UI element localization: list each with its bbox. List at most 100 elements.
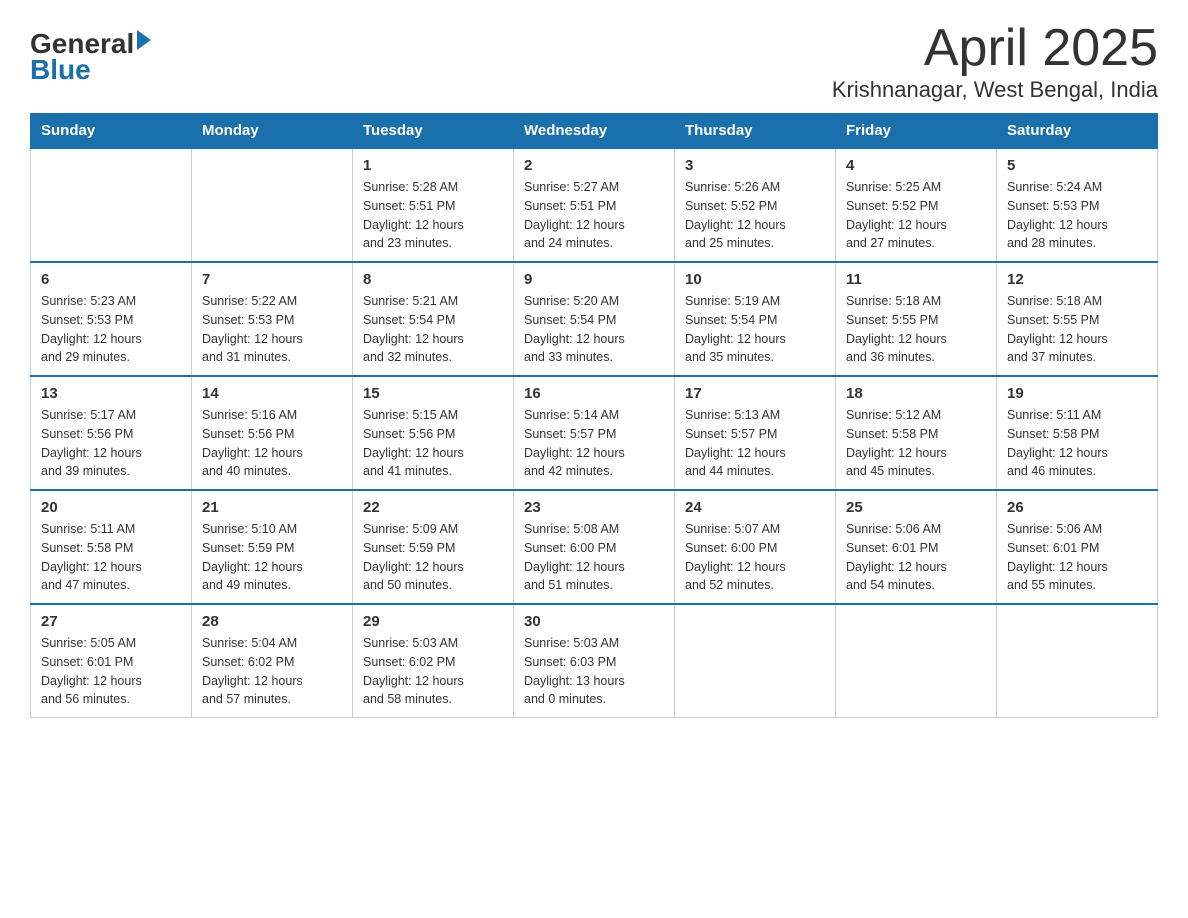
calendar-cell: 6Sunrise: 5:23 AMSunset: 5:53 PMDaylight… <box>31 262 192 376</box>
calendar-cell: 18Sunrise: 5:12 AMSunset: 5:58 PMDayligh… <box>836 376 997 490</box>
calendar-cell <box>192 148 353 262</box>
day-number: 30 <box>524 613 664 630</box>
day-info: Sunrise: 5:12 AMSunset: 5:58 PMDaylight:… <box>846 406 986 481</box>
day-number: 7 <box>202 271 342 288</box>
day-info: Sunrise: 5:15 AMSunset: 5:56 PMDaylight:… <box>363 406 503 481</box>
day-number: 3 <box>685 157 825 174</box>
day-info: Sunrise: 5:22 AMSunset: 5:53 PMDaylight:… <box>202 292 342 367</box>
day-info: Sunrise: 5:07 AMSunset: 6:00 PMDaylight:… <box>685 520 825 595</box>
calendar-cell: 22Sunrise: 5:09 AMSunset: 5:59 PMDayligh… <box>353 490 514 604</box>
day-info: Sunrise: 5:13 AMSunset: 5:57 PMDaylight:… <box>685 406 825 481</box>
calendar-cell: 4 Sunrise: 5:25 AMSunset: 5:52 PMDaylight… <box>836 148 997 262</box>
calendar-table: SundayMondayTuesdayWednesdayThursdayFrid… <box>30 113 1158 718</box>
calendar-week-row: 1 Sunrise: 5:28 AMSunset: 5:51 PMDaylight… <box>31 148 1158 262</box>
day-info: Sunrise: 5:06 AMSunset: 6:01 PMDaylight:… <box>1007 520 1147 595</box>
day-number: 27 <box>41 613 181 630</box>
day-info: Sunrise: 5:03 AMSunset: 6:02 PMDaylight:… <box>363 634 503 709</box>
day-info: Sunrise: 5:25 AMSunset: 5:52 PMDaylight:… <box>846 178 986 253</box>
calendar-header-sunday: Sunday <box>31 114 192 149</box>
day-number: 19 <box>1007 385 1147 402</box>
month-title: April 2025 <box>832 20 1158 77</box>
day-info: Sunrise: 5:08 AMSunset: 6:00 PMDaylight:… <box>524 520 664 595</box>
calendar-header-wednesday: Wednesday <box>514 114 675 149</box>
calendar-cell: 24 Sunrise: 5:07 AMSunset: 6:00 PMDayligh… <box>675 490 836 604</box>
calendar-cell: 29 Sunrise: 5:03 AMSunset: 6:02 PMDayligh… <box>353 604 514 718</box>
day-number: 11 <box>846 271 986 288</box>
calendar-cell: 16Sunrise: 5:14 AMSunset: 5:57 PMDayligh… <box>514 376 675 490</box>
day-info: Sunrise: 5:16 AMSunset: 5:56 PMDaylight:… <box>202 406 342 481</box>
day-info: Sunrise: 5:28 AMSunset: 5:51 PMDaylight:… <box>363 178 503 253</box>
title-block: April 2025 Krishnanagar, West Bengal, In… <box>832 20 1158 103</box>
day-number: 25 <box>846 499 986 516</box>
page-header: General Blue April 2025 Krishnanagar, We… <box>30 20 1158 103</box>
day-number: 23 <box>524 499 664 516</box>
location-title: Krishnanagar, West Bengal, India <box>832 77 1158 103</box>
day-number: 20 <box>41 499 181 516</box>
logo-blue-text: Blue <box>30 56 91 84</box>
day-number: 9 <box>524 271 664 288</box>
calendar-cell: 17 Sunrise: 5:13 AMSunset: 5:57 PMDayligh… <box>675 376 836 490</box>
day-info: Sunrise: 5:10 AMSunset: 5:59 PMDaylight:… <box>202 520 342 595</box>
day-info: Sunrise: 5:21 AMSunset: 5:54 PMDaylight:… <box>363 292 503 367</box>
day-number: 15 <box>363 385 503 402</box>
day-number: 8 <box>363 271 503 288</box>
calendar-week-row: 27 Sunrise: 5:05 AMSunset: 6:01 PMDayligh… <box>31 604 1158 718</box>
calendar-header-thursday: Thursday <box>675 114 836 149</box>
calendar-cell: 9 Sunrise: 5:20 AMSunset: 5:54 PMDaylight… <box>514 262 675 376</box>
day-number: 21 <box>202 499 342 516</box>
day-info: Sunrise: 5:23 AMSunset: 5:53 PMDaylight:… <box>41 292 181 367</box>
day-number: 5 <box>1007 157 1147 174</box>
calendar-cell: 11 Sunrise: 5:18 AMSunset: 5:55 PMDayligh… <box>836 262 997 376</box>
day-number: 1 <box>363 157 503 174</box>
day-info: Sunrise: 5:04 AMSunset: 6:02 PMDaylight:… <box>202 634 342 709</box>
day-info: Sunrise: 5:03 AMSunset: 6:03 PMDaylight:… <box>524 634 664 709</box>
calendar-cell: 5Sunrise: 5:24 AMSunset: 5:53 PMDaylight… <box>997 148 1158 262</box>
day-number: 26 <box>1007 499 1147 516</box>
day-number: 13 <box>41 385 181 402</box>
day-number: 28 <box>202 613 342 630</box>
calendar-cell: 8 Sunrise: 5:21 AMSunset: 5:54 PMDaylight… <box>353 262 514 376</box>
calendar-cell: 23 Sunrise: 5:08 AMSunset: 6:00 PMDayligh… <box>514 490 675 604</box>
day-info: Sunrise: 5:18 AMSunset: 5:55 PMDaylight:… <box>1007 292 1147 367</box>
calendar-cell <box>997 604 1158 718</box>
logo-arrow-icon <box>137 30 151 50</box>
calendar-cell: 19 Sunrise: 5:11 AMSunset: 5:58 PMDayligh… <box>997 376 1158 490</box>
calendar-cell: 14Sunrise: 5:16 AMSunset: 5:56 PMDayligh… <box>192 376 353 490</box>
calendar-cell: 20Sunrise: 5:11 AMSunset: 5:58 PMDayligh… <box>31 490 192 604</box>
day-number: 16 <box>524 385 664 402</box>
day-number: 17 <box>685 385 825 402</box>
calendar-cell: 15 Sunrise: 5:15 AMSunset: 5:56 PMDayligh… <box>353 376 514 490</box>
calendar-cell: 12Sunrise: 5:18 AMSunset: 5:55 PMDayligh… <box>997 262 1158 376</box>
calendar-cell <box>675 604 836 718</box>
calendar-header-tuesday: Tuesday <box>353 114 514 149</box>
calendar-cell: 30 Sunrise: 5:03 AMSunset: 6:03 PMDayligh… <box>514 604 675 718</box>
day-number: 2 <box>524 157 664 174</box>
calendar-cell: 27 Sunrise: 5:05 AMSunset: 6:01 PMDayligh… <box>31 604 192 718</box>
calendar-header-saturday: Saturday <box>997 114 1158 149</box>
day-info: Sunrise: 5:06 AMSunset: 6:01 PMDaylight:… <box>846 520 986 595</box>
calendar-cell: 7 Sunrise: 5:22 AMSunset: 5:53 PMDaylight… <box>192 262 353 376</box>
day-info: Sunrise: 5:09 AMSunset: 5:59 PMDaylight:… <box>363 520 503 595</box>
calendar-cell: 25 Sunrise: 5:06 AMSunset: 6:01 PMDayligh… <box>836 490 997 604</box>
day-info: Sunrise: 5:11 AMSunset: 5:58 PMDaylight:… <box>1007 406 1147 481</box>
day-number: 29 <box>363 613 503 630</box>
day-info: Sunrise: 5:05 AMSunset: 6:01 PMDaylight:… <box>41 634 181 709</box>
calendar-cell: 3 Sunrise: 5:26 AMSunset: 5:52 PMDaylight… <box>675 148 836 262</box>
calendar-cell: 1 Sunrise: 5:28 AMSunset: 5:51 PMDaylight… <box>353 148 514 262</box>
day-info: Sunrise: 5:17 AMSunset: 5:56 PMDaylight:… <box>41 406 181 481</box>
calendar-cell: 26 Sunrise: 5:06 AMSunset: 6:01 PMDayligh… <box>997 490 1158 604</box>
calendar-header-friday: Friday <box>836 114 997 149</box>
day-info: Sunrise: 5:19 AMSunset: 5:54 PMDaylight:… <box>685 292 825 367</box>
calendar-cell: 21 Sunrise: 5:10 AMSunset: 5:59 PMDayligh… <box>192 490 353 604</box>
day-number: 4 <box>846 157 986 174</box>
calendar-header-row: SundayMondayTuesdayWednesdayThursdayFrid… <box>31 114 1158 149</box>
day-info: Sunrise: 5:20 AMSunset: 5:54 PMDaylight:… <box>524 292 664 367</box>
day-info: Sunrise: 5:26 AMSunset: 5:52 PMDaylight:… <box>685 178 825 253</box>
day-number: 24 <box>685 499 825 516</box>
day-info: Sunrise: 5:18 AMSunset: 5:55 PMDaylight:… <box>846 292 986 367</box>
calendar-week-row: 20Sunrise: 5:11 AMSunset: 5:58 PMDayligh… <box>31 490 1158 604</box>
calendar-week-row: 13 Sunrise: 5:17 AMSunset: 5:56 PMDayligh… <box>31 376 1158 490</box>
logo: General Blue <box>30 30 151 84</box>
calendar-cell <box>31 148 192 262</box>
calendar-cell: 28 Sunrise: 5:04 AMSunset: 6:02 PMDayligh… <box>192 604 353 718</box>
